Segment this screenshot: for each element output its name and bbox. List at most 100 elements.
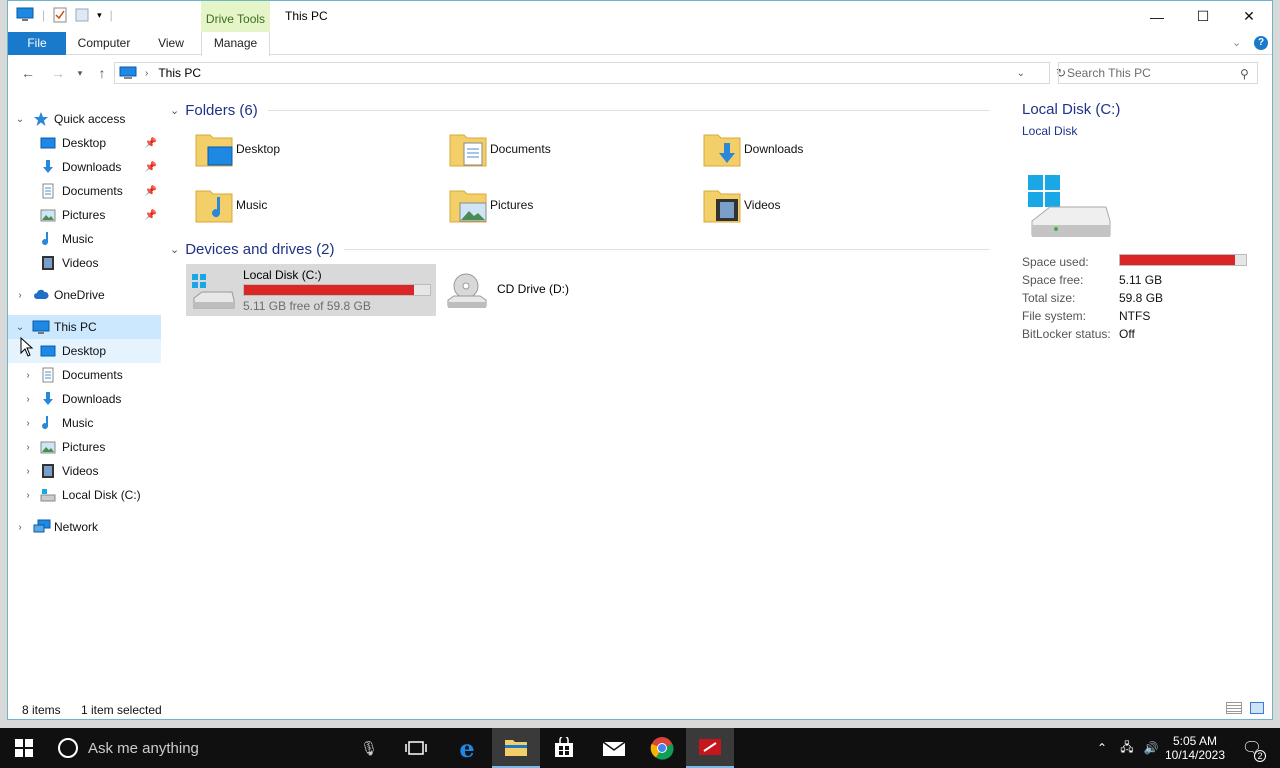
properties-icon[interactable]	[53, 7, 67, 23]
nav-label: Documents	[62, 184, 123, 198]
collapse-chevron-icon[interactable]: ⌄	[14, 114, 26, 125]
expand-chevron-icon[interactable]: ›	[22, 442, 34, 453]
minimize-button[interactable]: —	[1134, 1, 1180, 32]
nav-onedrive[interactable]: › OneDrive	[8, 283, 161, 307]
search-input[interactable]: Search This PC	[1058, 62, 1258, 84]
customize-toolbar-icon[interactable]: ▾	[97, 10, 102, 21]
nav-quick-downloads[interactable]: Downloads 📌	[8, 155, 161, 179]
start-button[interactable]	[0, 728, 48, 768]
pin-icon[interactable]: 📌	[145, 162, 157, 173]
folder-desktop[interactable]: Desktop	[188, 124, 428, 174]
nav-label: Pictures	[62, 440, 106, 454]
notification-count: 2	[1254, 750, 1266, 762]
action-center-button[interactable]: 🗨 2	[1232, 728, 1272, 768]
nav-pc-videos[interactable]: › Videos	[8, 459, 161, 483]
recent-locations-button[interactable]: ▾	[70, 63, 90, 83]
expand-ribbon-icon[interactable]: ⌄	[1232, 36, 1241, 49]
new-folder-icon[interactable]	[75, 7, 89, 23]
show-hidden-icons-button[interactable]: ⌃	[1092, 728, 1112, 768]
folder-videos[interactable]: Videos	[696, 180, 936, 230]
forward-button[interactable]: →	[48, 63, 68, 83]
videos-icon	[42, 256, 54, 270]
tab-view[interactable]: View	[148, 32, 194, 55]
collapse-chevron-icon[interactable]: ⌄	[14, 322, 26, 333]
expand-chevron-icon[interactable]: ›	[22, 466, 34, 477]
nav-quick-pictures[interactable]: Pictures 📌	[8, 203, 161, 227]
task-view-button[interactable]	[392, 728, 440, 768]
nav-label: Downloads	[62, 160, 122, 174]
prop-value: 59.8 GB	[1119, 291, 1164, 305]
address-dropdown-icon[interactable]: ⌄	[1017, 68, 1025, 79]
pin-icon[interactable]: 📌	[145, 138, 157, 149]
folder-documents[interactable]: Documents	[442, 124, 682, 174]
taskbar-app-red[interactable]	[686, 728, 734, 768]
network-tray-icon[interactable]: 🖧	[1116, 728, 1138, 768]
mail-icon	[602, 741, 626, 756]
expand-chevron-icon[interactable]: ›	[22, 418, 34, 429]
collapse-chevron-icon[interactable]: ⌄	[170, 104, 179, 117]
nav-label: Music	[62, 232, 94, 246]
nav-this-pc[interactable]: ⌄ This PC	[8, 315, 161, 339]
expand-chevron-icon[interactable]: ›	[14, 522, 26, 533]
nav-quick-music[interactable]: Music	[8, 227, 161, 251]
taskbar-store[interactable]	[540, 728, 588, 768]
toolbar-separator: |	[42, 8, 46, 22]
clock-time: 5:05 AM	[1172, 734, 1218, 748]
breadcrumb-this-pc[interactable]: This PC	[158, 66, 201, 80]
tab-file[interactable]: File	[8, 32, 66, 55]
address-bar[interactable]: › This PC ⌄ ↻	[114, 62, 1066, 84]
folders-section-header[interactable]: ⌄ Folders (6)	[168, 99, 998, 121]
pin-icon[interactable]: 📌	[145, 210, 157, 221]
expand-chevron-icon[interactable]: ›	[22, 370, 34, 381]
expand-chevron-icon[interactable]: ›	[22, 394, 34, 405]
cortana-search-box[interactable]: Ask me anything 🎙	[48, 728, 392, 768]
help-icon[interactable]: ?	[1254, 36, 1268, 50]
folder-label: Pictures	[490, 198, 534, 212]
this-pc-icon	[119, 66, 137, 79]
documents-folder-icon	[449, 134, 487, 167]
this-pc-icon[interactable]	[16, 7, 34, 23]
nav-label: Music	[62, 416, 94, 430]
desktop-icon	[40, 137, 56, 149]
drive-cd-d[interactable]: CD Drive (D:)	[440, 264, 690, 316]
pin-icon[interactable]: 📌	[145, 186, 157, 197]
collapse-chevron-icon[interactable]: ⌄	[170, 243, 179, 256]
clock[interactable]: 5:05 AM 10/14/2023	[1164, 728, 1226, 768]
nav-pc-pictures[interactable]: › Pictures	[8, 435, 161, 459]
drive-icon	[40, 489, 56, 502]
expand-chevron-icon[interactable]: ›	[14, 290, 26, 301]
toolbar-separator: |	[109, 8, 113, 22]
volume-icon[interactable]: 🔊	[1140, 728, 1162, 768]
up-button[interactable]: ↑	[92, 63, 112, 83]
nav-quick-videos[interactable]: Videos	[8, 251, 161, 275]
downloads-folder-icon	[703, 134, 741, 167]
maximize-button[interactable]: ☐	[1180, 1, 1226, 32]
nav-quick-access[interactable]: ⌄ Quick access	[8, 107, 161, 131]
folder-pictures[interactable]: Pictures	[442, 180, 682, 230]
prop-label: Space free:	[1022, 273, 1084, 287]
expand-chevron-icon[interactable]: ›	[22, 490, 34, 501]
taskbar-chrome[interactable]	[638, 728, 686, 768]
microphone-icon[interactable]: 🎙	[360, 740, 378, 757]
tab-manage[interactable]: Manage	[201, 32, 270, 56]
nav-quick-documents[interactable]: Documents 📌	[8, 179, 161, 203]
drive-local-disk-c[interactable]: Local Disk (C:) 5.11 GB free of 59.8 GB	[186, 264, 436, 316]
taskbar-mail[interactable]	[590, 728, 638, 768]
large-icons-view-icon[interactable]	[1250, 702, 1264, 714]
close-button[interactable]: ✕	[1226, 1, 1272, 32]
nav-pc-music[interactable]: › Music	[8, 411, 161, 435]
nav-pc-documents[interactable]: › Documents	[8, 363, 161, 387]
tab-computer[interactable]: Computer	[72, 32, 136, 55]
nav-network[interactable]: › Network	[8, 515, 161, 539]
details-view-icon[interactable]	[1226, 702, 1242, 714]
back-button[interactable]: ←	[18, 63, 38, 83]
computer-icon	[32, 320, 50, 334]
taskbar-file-explorer[interactable]	[492, 728, 540, 768]
folder-downloads[interactable]: Downloads	[696, 124, 936, 174]
nav-pc-downloads[interactable]: › Downloads	[8, 387, 161, 411]
taskbar-edge[interactable]: e	[443, 728, 491, 768]
devices-section-header[interactable]: ⌄ Devices and drives (2)	[168, 238, 998, 260]
nav-pc-local-disk[interactable]: › Local Disk (C:)	[8, 483, 161, 507]
folder-music[interactable]: Music	[188, 180, 428, 230]
nav-quick-desktop[interactable]: Desktop 📌	[8, 131, 161, 155]
